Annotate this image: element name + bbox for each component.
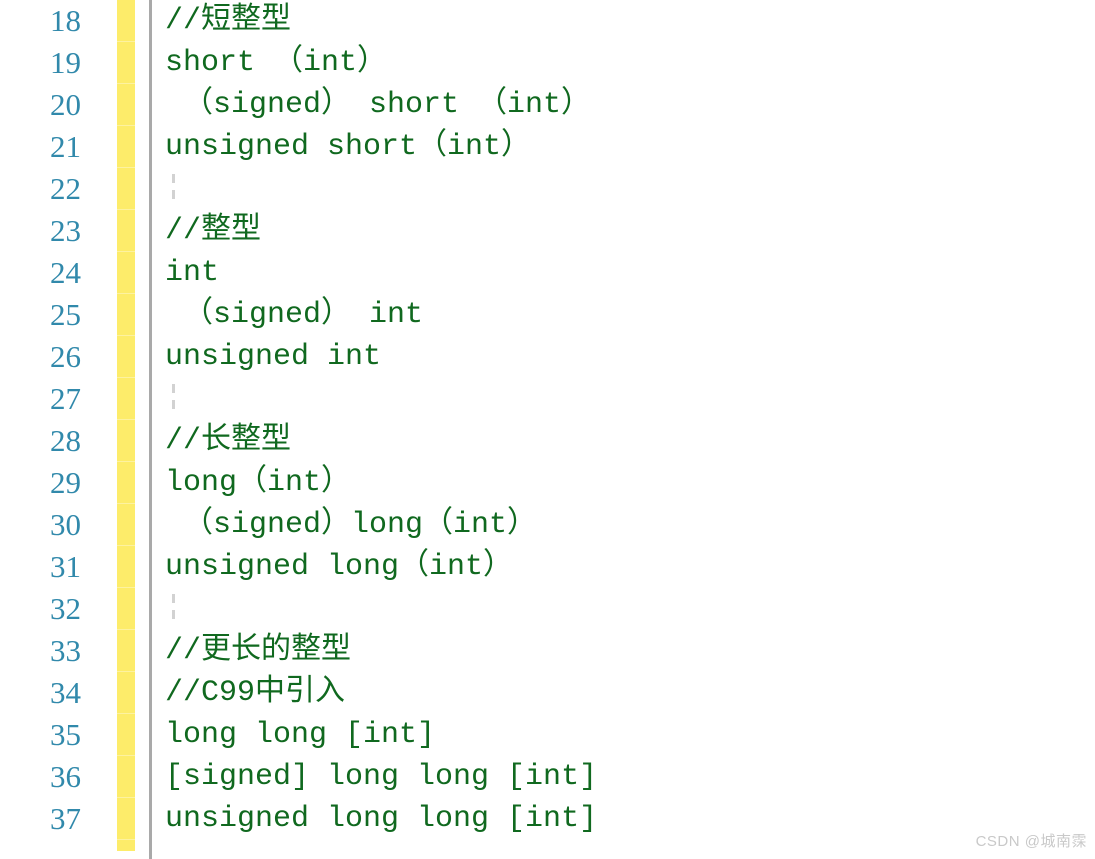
line-number: 31 xyxy=(50,549,81,584)
code-line[interactable]: （signed） short （int） xyxy=(152,84,1095,126)
change-bar-segment xyxy=(117,714,135,756)
code-line[interactable]: unsigned long（int） xyxy=(152,546,1095,588)
change-bar-segment xyxy=(117,798,135,840)
code-line[interactable]: long long [int] xyxy=(152,714,1095,756)
line-number: 21 xyxy=(50,129,81,164)
change-bar-segment xyxy=(117,462,135,504)
code-line[interactable]: unsigned int xyxy=(152,336,1095,378)
line-number: 19 xyxy=(50,45,81,80)
line-number: 23 xyxy=(50,213,81,248)
line-number: 30 xyxy=(50,507,81,542)
change-bar-segment xyxy=(117,126,135,168)
change-bar-segment xyxy=(117,546,135,588)
screenshot-root: 18 19 20 21 22 23 24 25 26 27 28 29 30 31 32 33 34 35 36 37… xyxy=(0,0,1095,859)
change-bar-segment xyxy=(117,588,135,630)
code-line[interactable]: unsigned short（int） xyxy=(152,126,1095,168)
change-indicator-bar[interactable] xyxy=(117,0,135,851)
code-line-blank[interactable] xyxy=(152,168,1095,210)
change-bar-segment xyxy=(117,672,135,714)
change-bar-segment xyxy=(117,0,135,42)
code-line[interactable]: //整型 xyxy=(152,210,1095,252)
change-bar-segment xyxy=(117,84,135,126)
line-number: 26 xyxy=(50,339,81,374)
change-bar-segment xyxy=(117,252,135,294)
code-line[interactable]: （signed） int xyxy=(152,294,1095,336)
change-bar-segment xyxy=(117,168,135,210)
change-bar-segment xyxy=(117,420,135,462)
change-bar-segment xyxy=(117,336,135,378)
line-number: 29 xyxy=(50,465,81,500)
line-number: 24 xyxy=(50,255,81,290)
code-line[interactable]: long（int） xyxy=(152,462,1095,504)
line-number: 37 xyxy=(50,801,81,836)
code-line-blank[interactable] xyxy=(152,588,1095,630)
line-number: 35 xyxy=(50,717,81,752)
code-line[interactable]: //长整型 xyxy=(152,420,1095,462)
code-line[interactable]: unsigned long long [int] xyxy=(152,798,1095,840)
line-number: 33 xyxy=(50,633,81,668)
watermark: CSDN @城南霂 xyxy=(975,833,1087,850)
change-bar-segment xyxy=(117,210,135,252)
code-line[interactable]: //短整型 xyxy=(152,0,1095,42)
change-bar-segment xyxy=(117,294,135,336)
line-number: 28 xyxy=(50,423,81,458)
line-number: 25 xyxy=(50,297,81,332)
line-number: 20 xyxy=(50,87,81,122)
change-bar-segment xyxy=(117,630,135,672)
line-number: 27 xyxy=(50,381,81,416)
change-bar-segment xyxy=(117,756,135,798)
change-bar-segment xyxy=(117,378,135,420)
code-line[interactable]: [signed] long long [int] xyxy=(152,756,1095,798)
code-line-blank[interactable] xyxy=(152,378,1095,420)
code-line[interactable]: int xyxy=(152,252,1095,294)
line-number: 36 xyxy=(50,759,81,794)
change-bar-segment xyxy=(117,504,135,546)
line-number: 32 xyxy=(50,591,81,626)
line-number-gutter: 18 19 20 21 22 23 24 25 26 27 28 29 30 31 32 33 34 35 36 37 xyxy=(0,0,105,859)
code-line[interactable]: //更长的整型 xyxy=(152,630,1095,672)
code-line[interactable]: （signed）long（int） xyxy=(152,504,1095,546)
line-number: 18 xyxy=(50,3,81,38)
change-bar-segment xyxy=(117,42,135,84)
code-line[interactable]: //C99中引入 xyxy=(152,672,1095,714)
code-editor[interactable]: 18 19 20 21 22 23 24 25 26 27 28 29 30 31 32 33 34 35 36 37… xyxy=(0,0,1095,859)
line-number: 22 xyxy=(50,171,81,206)
line-number: 34 xyxy=(50,675,81,710)
code-line[interactable]: short （int） xyxy=(152,42,1095,84)
code-text-area[interactable]: //短整型 short （int） （signed） short （int） uns… xyxy=(152,0,1095,859)
